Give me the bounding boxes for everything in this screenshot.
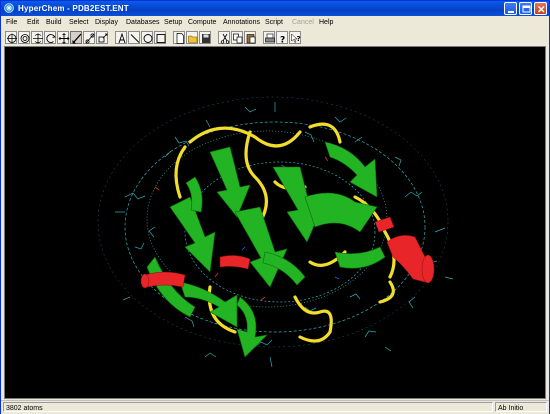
- draw-tool-button[interactable]: [5, 31, 17, 44]
- text-tool-icon: [118, 32, 126, 44]
- menu-script[interactable]: Script: [265, 18, 283, 28]
- svg-text:?: ?: [297, 35, 301, 43]
- rotate-xy-icon: [33, 33, 43, 44]
- help-icon: ?: [280, 36, 285, 46]
- paste-icon: [246, 34, 256, 44]
- paste-button[interactable]: [244, 31, 256, 44]
- open-file-button[interactable]: [186, 31, 198, 44]
- close-button[interactable]: [534, 2, 547, 15]
- print-icon: [265, 33, 275, 43]
- rotate-z-button[interactable]: [44, 31, 56, 44]
- save-file-button[interactable]: [199, 31, 211, 44]
- help-button[interactable]: ?: [276, 31, 288, 46]
- menu-build[interactable]: Build: [46, 18, 62, 28]
- text-tool-button[interactable]: [115, 31, 127, 44]
- zoom-button[interactable]: [83, 31, 95, 44]
- menu-select[interactable]: Select: [69, 18, 88, 28]
- copy-button[interactable]: [231, 31, 243, 44]
- line-tool-icon: [130, 34, 140, 43]
- molecule-viewport[interactable]: [4, 46, 546, 399]
- translate-xy-button[interactable]: [57, 31, 70, 44]
- clip-icon: [98, 33, 108, 43]
- rectangle-tool-icon: [156, 34, 166, 43]
- atom-count-text: 3802 atoms: [6, 405, 43, 412]
- zoom-icon: [85, 33, 95, 44]
- minimize-button[interactable]: [504, 2, 517, 15]
- menu-setup[interactable]: Setup: [164, 18, 182, 28]
- clip-button[interactable]: [96, 31, 108, 44]
- rotate-xy-button[interactable]: [31, 31, 43, 44]
- select-tool-button[interactable]: [18, 31, 30, 44]
- copy-icon: [233, 33, 243, 44]
- cut-button[interactable]: [218, 31, 230, 44]
- toolbar: ? ?: [1, 30, 549, 46]
- ellipse-tool-icon: [143, 34, 153, 43]
- rotate-z-icon: [46, 34, 56, 43]
- translate-z-icon: [72, 33, 82, 44]
- draw-tool-icon: [7, 33, 17, 44]
- title-bar[interactable]: HyperChem - PDB2EST.ENT: [1, 1, 549, 16]
- save-file-icon: [202, 34, 210, 43]
- menu-cancel: Cancel: [292, 19, 314, 26]
- svg-text:?: ?: [280, 36, 285, 46]
- menu-bar: File Edit Build Select Display Databases…: [1, 16, 549, 29]
- window-title: HyperChem - PDB2EST.ENT: [18, 4, 129, 13]
- context-help-icon: ?: [291, 33, 301, 43]
- context-help-button[interactable]: ?: [289, 31, 301, 44]
- line-tool-button[interactable]: [128, 31, 140, 44]
- rectangle-tool-button[interactable]: [154, 31, 166, 44]
- ellipse-tool-button[interactable]: [141, 31, 153, 44]
- close-icon: [537, 5, 545, 13]
- status-panel-main: 3802 atoms: [3, 402, 493, 412]
- menu-help[interactable]: Help: [319, 18, 333, 28]
- beta-sheet-ribbon: [146, 141, 386, 358]
- translate-xy-icon: [58, 33, 70, 44]
- menu-display[interactable]: Display: [95, 18, 118, 28]
- atom-wireframe: [97, 96, 454, 368]
- maximize-icon: [522, 5, 531, 13]
- new-file-icon: [176, 33, 184, 44]
- compute-method-text: Ab Initio: [498, 405, 524, 412]
- menu-annotations[interactable]: Annotations: [223, 18, 260, 28]
- translate-z-button[interactable]: [70, 31, 82, 44]
- hyperchem-window: HyperChem - PDB2EST.ENT File Edit Build …: [0, 0, 550, 414]
- status-bar: 3802 atoms Ab Initio: [1, 400, 549, 414]
- protein-model: [97, 96, 454, 368]
- menu-compute[interactable]: Compute: [188, 18, 216, 28]
- print-button[interactable]: [263, 31, 275, 44]
- maximize-button[interactable]: [519, 2, 532, 15]
- coil-ribbon: [174, 122, 396, 343]
- status-panel-method: Ab Initio: [495, 402, 547, 412]
- select-tool-icon: [20, 34, 30, 43]
- menu-databases[interactable]: Databases: [126, 18, 159, 28]
- hyperchem-app-icon[interactable]: [4, 3, 14, 13]
- minimize-icon: [508, 11, 514, 13]
- new-file-button[interactable]: [173, 31, 185, 44]
- menu-edit[interactable]: Edit: [27, 18, 39, 28]
- menu-file[interactable]: File: [6, 18, 17, 28]
- open-file-icon: [188, 35, 198, 43]
- cut-icon: [220, 33, 230, 44]
